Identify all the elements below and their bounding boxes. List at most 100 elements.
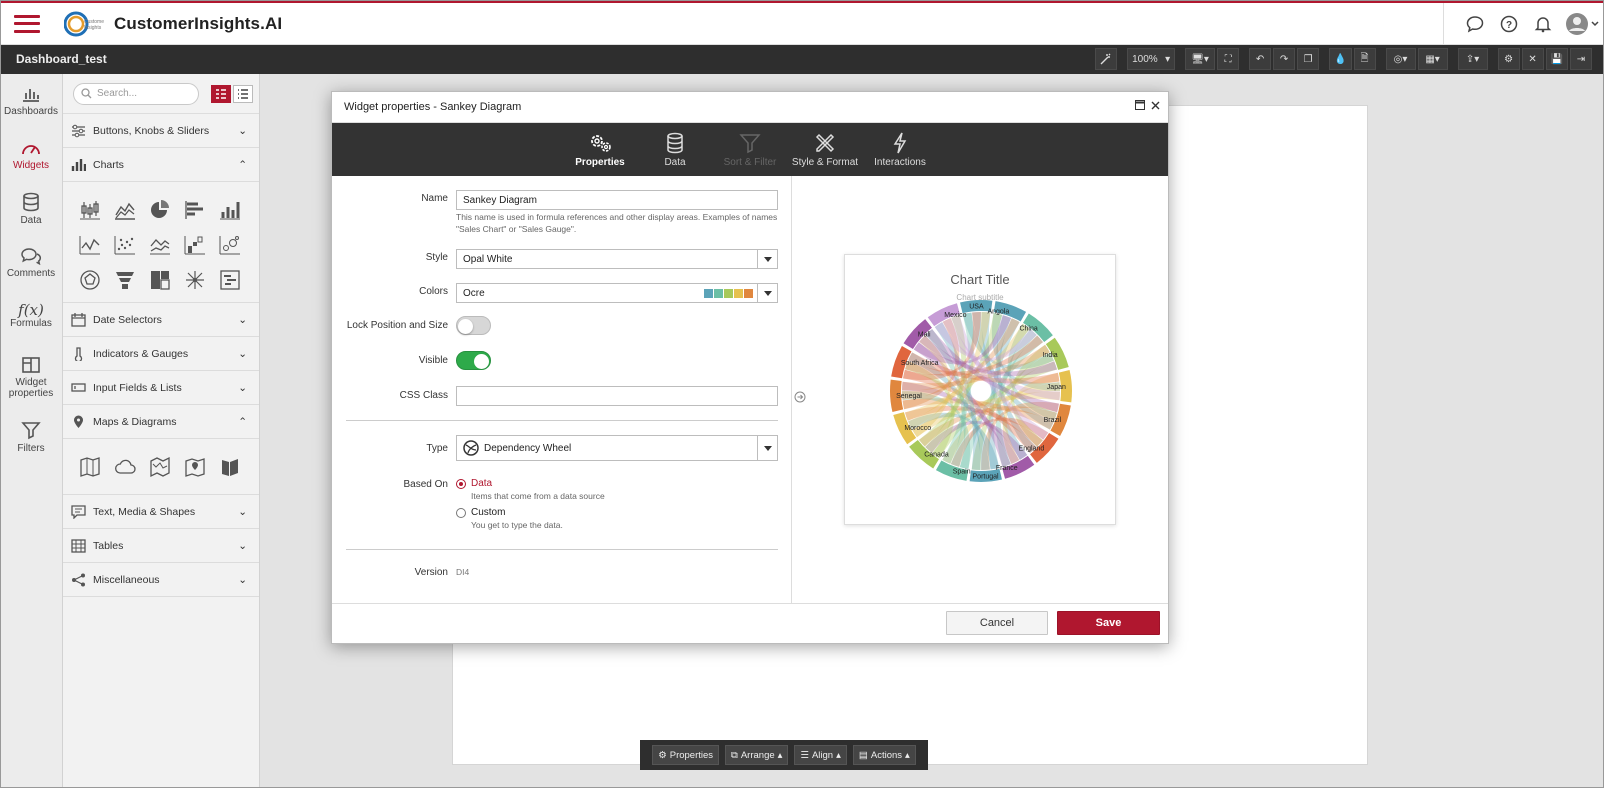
colors-select[interactable]: Ocre	[456, 283, 778, 303]
notification-bell-icon[interactable]	[1526, 9, 1560, 39]
chart-widget-grid	[63, 182, 259, 303]
name-input[interactable]: Sankey Diagram	[456, 190, 778, 210]
rail-label: Data	[20, 215, 42, 226]
actions-button[interactable]: ▤ Actions ▴	[852, 745, 916, 765]
rail-item-dashboards[interactable]: Dashboards	[0, 74, 62, 128]
table-icon	[71, 538, 86, 553]
grid-icon[interactable]: ▦▾	[1417, 48, 1448, 70]
maximize-icon[interactable]	[1135, 100, 1145, 110]
pie-chart-icon[interactable]	[142, 192, 177, 227]
line-chart-icon[interactable]	[72, 227, 107, 262]
colors-label: Colors	[419, 286, 448, 297]
lock-position-toggle[interactable]	[456, 316, 491, 335]
type-value: Dependency Wheel	[484, 442, 572, 454]
visibility-icon[interactable]: ◎▾	[1385, 48, 1416, 70]
properties-button[interactable]: ⚙ Properties	[652, 745, 720, 765]
rail-item-data[interactable]: Data	[0, 182, 62, 236]
page-icon[interactable]: 🗎	[1353, 48, 1376, 70]
rail-item-widget-properties[interactable]: Widget properties	[0, 344, 62, 410]
tab-style-format[interactable]: Style & Format	[788, 123, 863, 176]
candlestick-chart-icon[interactable]	[72, 192, 107, 227]
rail-item-widgets[interactable]: Widgets	[0, 128, 62, 182]
map-icon[interactable]	[72, 449, 107, 484]
location-map-icon[interactable]	[177, 449, 212, 484]
help-icon[interactable]: ?	[1492, 9, 1526, 39]
network-chart-icon[interactable]	[177, 262, 212, 297]
gantt-chart-icon[interactable]	[212, 262, 247, 297]
type-select[interactable]: Dependency Wheel	[456, 435, 778, 461]
section-date-selectors[interactable]: Date Selectors ⌄	[63, 303, 259, 337]
tab-properties[interactable]: Properties	[563, 123, 638, 176]
tab-sort-filter[interactable]: Sort & Filter	[713, 123, 788, 176]
zoom-select[interactable]: 100% ▾	[1127, 48, 1176, 70]
swatch	[704, 289, 713, 298]
folded-map-icon[interactable]	[142, 449, 177, 484]
rail-item-filters[interactable]: Filters	[0, 410, 62, 464]
cloud-icon[interactable]	[107, 449, 142, 484]
align-button[interactable]: ☰ Align ▴	[794, 745, 847, 765]
theme-color-icon[interactable]: 💧	[1329, 48, 1352, 70]
diagram-map-icon[interactable]	[212, 449, 247, 484]
wheel-node-label: Spain	[953, 469, 971, 476]
fullscreen-icon[interactable]: ⛶	[1217, 48, 1240, 70]
search-icon	[81, 88, 92, 99]
waterfall-chart-icon[interactable]	[177, 227, 212, 262]
device-preview-icon[interactable]: 🖥▾	[1185, 48, 1216, 70]
funnel-chart-icon[interactable]	[107, 262, 142, 297]
undo-icon[interactable]: ↶	[1249, 48, 1272, 70]
css-class-input[interactable]	[456, 386, 778, 406]
exit-icon[interactable]: ⇥	[1570, 48, 1592, 70]
wheel-node-label: South Africa	[901, 360, 939, 367]
horizontal-bar-chart-icon[interactable]	[177, 192, 212, 227]
column-chart-icon[interactable]	[212, 192, 247, 227]
scatter-chart-icon[interactable]	[107, 227, 142, 262]
rail-label: Widget properties	[8, 376, 54, 399]
multi-line-chart-icon[interactable]	[142, 227, 177, 262]
close-icon[interactable]	[1151, 101, 1160, 110]
based-on-custom-radio[interactable]	[456, 508, 466, 518]
magic-wand-icon[interactable]	[1095, 48, 1118, 70]
section-maps-diagrams[interactable]: Maps & Diagrams ⌃	[63, 405, 259, 439]
section-miscellaneous[interactable]: Miscellaneous ⌄	[63, 563, 259, 597]
grid-view-button[interactable]	[211, 84, 231, 103]
user-avatar-icon[interactable]	[1560, 9, 1604, 39]
list-view-button[interactable]	[233, 84, 253, 103]
close-icon[interactable]: ✕	[1521, 48, 1544, 70]
bubble-chart-icon[interactable]	[212, 227, 247, 262]
section-tables[interactable]: Tables ⌄	[63, 529, 259, 563]
radial-chart-icon[interactable]	[72, 262, 107, 297]
save-disk-icon[interactable]: 💾	[1545, 48, 1568, 70]
rail-item-formulas[interactable]: f(x) Formulas	[0, 290, 62, 344]
save-button[interactable]: Save	[1057, 611, 1160, 635]
based-on-custom-desc: You get to type the data.	[471, 520, 563, 530]
based-on-data-radio[interactable]	[456, 479, 466, 489]
widget-search-input[interactable]: Search...	[73, 82, 199, 105]
bar-chart-icon	[71, 158, 86, 171]
based-on-data-label: Data	[471, 478, 493, 489]
section-indicators-gauges[interactable]: Indicators & Gauges ⌄	[63, 337, 259, 371]
rail-item-comments[interactable]: Comments	[0, 236, 62, 290]
section-input-fields-lists[interactable]: Input Fields & Lists ⌄	[63, 371, 259, 405]
treemap-chart-icon[interactable]	[142, 262, 177, 297]
sliders-icon	[72, 124, 85, 137]
tab-data[interactable]: Data	[638, 123, 713, 176]
tab-interactions[interactable]: Interactions	[863, 123, 938, 176]
settings-gear-icon[interactable]: ⚙	[1497, 48, 1520, 70]
svg-text:?: ?	[1506, 20, 1512, 31]
section-buttons-knobs-sliders[interactable]: Buttons, Knobs & Sliders ⌄	[63, 114, 259, 148]
cancel-button[interactable]: Cancel	[946, 611, 1048, 635]
arrange-button[interactable]: ⧉ Arrange ▴	[725, 745, 789, 765]
export-icon[interactable]: ⇪▾	[1457, 48, 1488, 70]
chat-icon[interactable]	[1458, 9, 1492, 39]
style-select[interactable]: Opal White	[456, 249, 778, 269]
visible-toggle[interactable]	[456, 351, 491, 370]
copy-icon[interactable]: ❐	[1297, 48, 1320, 70]
section-charts[interactable]: Charts ⌃	[63, 148, 259, 182]
section-text-media-shapes[interactable]: Text, Media & Shapes ⌄	[63, 495, 259, 529]
area-chart-icon[interactable]	[107, 192, 142, 227]
css-class-label: CSS Class	[399, 390, 448, 401]
hamburger-menu-icon[interactable]	[12, 13, 42, 35]
bar-chart-icon	[23, 89, 39, 102]
redo-icon[interactable]: ↷	[1273, 48, 1296, 70]
widget-preview: Chart Title Chart subtitle USA Angola Chin…	[792, 176, 1168, 603]
